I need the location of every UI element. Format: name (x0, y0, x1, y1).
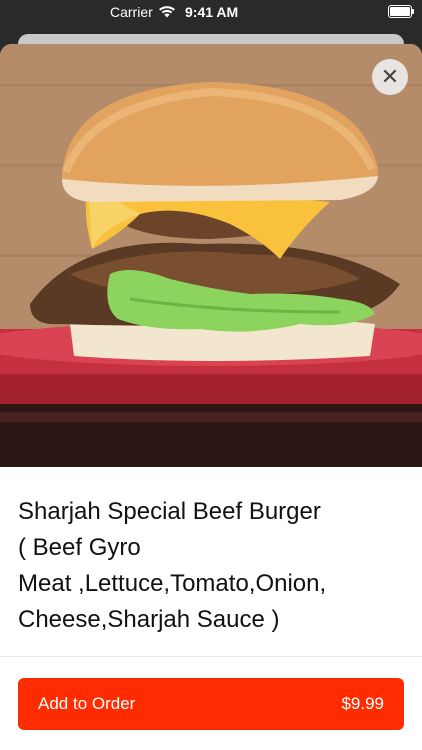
add-to-order-label: Add to Order (38, 694, 136, 713)
close-icon: ✕ (380, 64, 400, 89)
close-button[interactable]: ✕ (372, 59, 408, 95)
product-title: Sharjah Special Beef Burger ( Beef Gyro … (18, 498, 327, 633)
divider (0, 656, 422, 657)
status-carrier: Carrier (110, 4, 175, 20)
order-price: $9.99 (341, 694, 384, 713)
app-screen: Carrier 9:41 AM ✕ Sharjah Special Beef B… (0, 0, 422, 750)
wifi-icon (158, 6, 175, 18)
product-detail-modal: ✕ Sharjah Special Beef Burger ( Beef Gyr… (0, 44, 422, 750)
status-time: 9:41 AM (185, 4, 239, 20)
add-to-order-button[interactable]: Add to Order $9.99 (18, 678, 404, 730)
beef-burger-photo (0, 44, 422, 467)
battery-icon (388, 5, 414, 18)
carrier-label: Carrier (110, 4, 153, 20)
burger-illustration (0, 44, 422, 467)
status-bar: Carrier 9:41 AM (0, 0, 422, 24)
